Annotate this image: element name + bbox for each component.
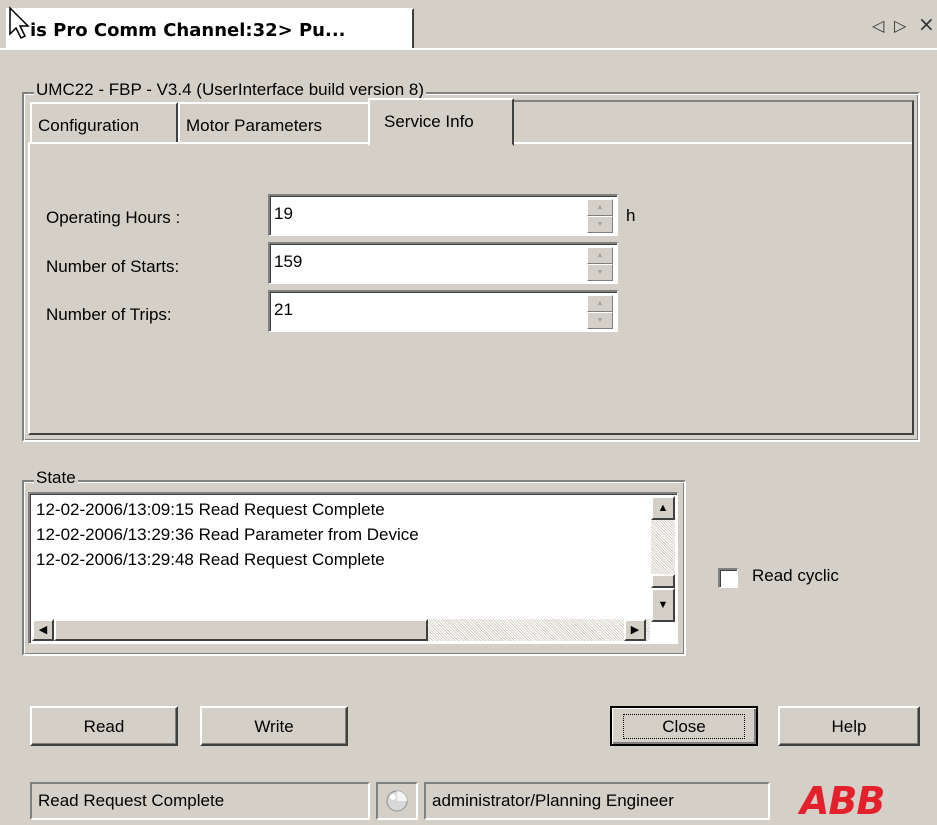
cursor-arrow-icon [9, 6, 30, 40]
vertical-scroll-thumb[interactable] [651, 574, 675, 588]
number-of-trips-field[interactable]: 21 ▲ ▼ [268, 290, 618, 332]
tab-label: Motor Parameters [186, 116, 323, 135]
status-message-text: Read Request Complete [38, 791, 225, 810]
tab-strip-filler [512, 100, 914, 144]
tab-service-info[interactable]: Service Info [368, 98, 514, 146]
read-button-label: Read [83, 717, 125, 736]
vertical-scrollbar[interactable]: ▲ ▼ [651, 496, 675, 622]
number-of-trips-label: Number of Trips: [46, 305, 172, 324]
service-info-panel [28, 142, 914, 435]
connection-status-icon [386, 790, 408, 812]
number-of-starts-field[interactable]: 159 ▲ ▼ [268, 242, 618, 284]
spin-down-icon[interactable]: ▼ [587, 264, 613, 281]
tab-scroll-left-button[interactable]: ◁ [872, 16, 884, 35]
close-button-label: Close [623, 714, 745, 739]
document-tab-title: is Pro Comm Channel:32> Pu... [30, 20, 346, 41]
scroll-up-icon[interactable]: ▲ [651, 496, 675, 520]
status-user: administrator/Planning Engineer [424, 782, 770, 820]
close-button[interactable]: Close [610, 706, 758, 746]
help-button-label: Help [831, 717, 867, 736]
help-button[interactable]: Help [778, 706, 920, 746]
connection-status-cell [376, 782, 418, 820]
scroll-down-icon[interactable]: ▼ [651, 588, 675, 622]
number-of-starts-value: 159 [274, 252, 303, 271]
list-item: 12-02-2006/13:09:15 Read Request Complet… [36, 500, 385, 519]
operating-hours-label: Operating Hours : [46, 208, 181, 227]
operating-hours-unit: h [626, 206, 636, 225]
spin-up-icon[interactable]: ▲ [587, 247, 613, 264]
read-cyclic-checkbox[interactable] [718, 568, 738, 588]
spin-up-icon[interactable]: ▲ [587, 295, 613, 312]
write-button[interactable]: Write [200, 706, 348, 746]
operating-hours-spinner[interactable]: ▲ ▼ [587, 199, 613, 233]
scroll-left-icon[interactable]: ◀ [32, 619, 54, 641]
spin-up-icon[interactable]: ▲ [587, 199, 613, 216]
number-of-starts-label: Number of Starts: [46, 257, 180, 276]
tab-motor-parameters[interactable]: Motor Parameters [178, 102, 370, 142]
document-tab[interactable]: is Pro Comm Channel:32> Pu... [6, 8, 414, 50]
list-item: 12-02-2006/13:29:36 Read Parameter from … [36, 525, 419, 544]
operating-hours-field[interactable]: 19 ▲ ▼ [268, 194, 618, 236]
number-of-trips-spinner[interactable]: ▲ ▼ [587, 295, 613, 329]
status-message: Read Request Complete [30, 782, 370, 820]
status-user-text: administrator/Planning Engineer [432, 791, 674, 810]
horizontal-scroll-thumb[interactable] [54, 619, 428, 641]
state-log-list[interactable]: 12-02-2006/13:09:15 Read Request Complet… [28, 492, 678, 644]
scroll-right-icon[interactable]: ▶ [624, 619, 646, 641]
spin-down-icon[interactable]: ▼ [587, 312, 613, 329]
horizontal-scrollbar[interactable]: ◀ ▶ [32, 619, 650, 641]
read-button[interactable]: Read [30, 706, 178, 746]
number-of-starts-spinner[interactable]: ▲ ▼ [587, 247, 613, 281]
number-of-trips-value: 21 [274, 300, 293, 319]
close-tab-button[interactable]: × [918, 12, 935, 36]
operating-hours-value: 19 [274, 204, 293, 223]
abb-logo: ABB [800, 779, 885, 823]
state-group-legend: State [34, 468, 78, 488]
tab-scroll-right-button[interactable]: ▷ [894, 16, 906, 35]
write-button-label: Write [254, 717, 294, 736]
tab-strip-divider [0, 48, 937, 50]
list-item: 12-02-2006/13:29:48 Read Request Complet… [36, 550, 385, 569]
spin-down-icon[interactable]: ▼ [587, 216, 613, 233]
read-cyclic-label[interactable]: Read cyclic [752, 566, 839, 586]
device-group-legend: UMC22 - FBP - V3.4 (UserInterface build … [34, 80, 426, 100]
tab-label: Configuration [38, 116, 140, 135]
tab-configuration[interactable]: Configuration [30, 102, 178, 142]
tab-label: Service Info [384, 112, 474, 131]
